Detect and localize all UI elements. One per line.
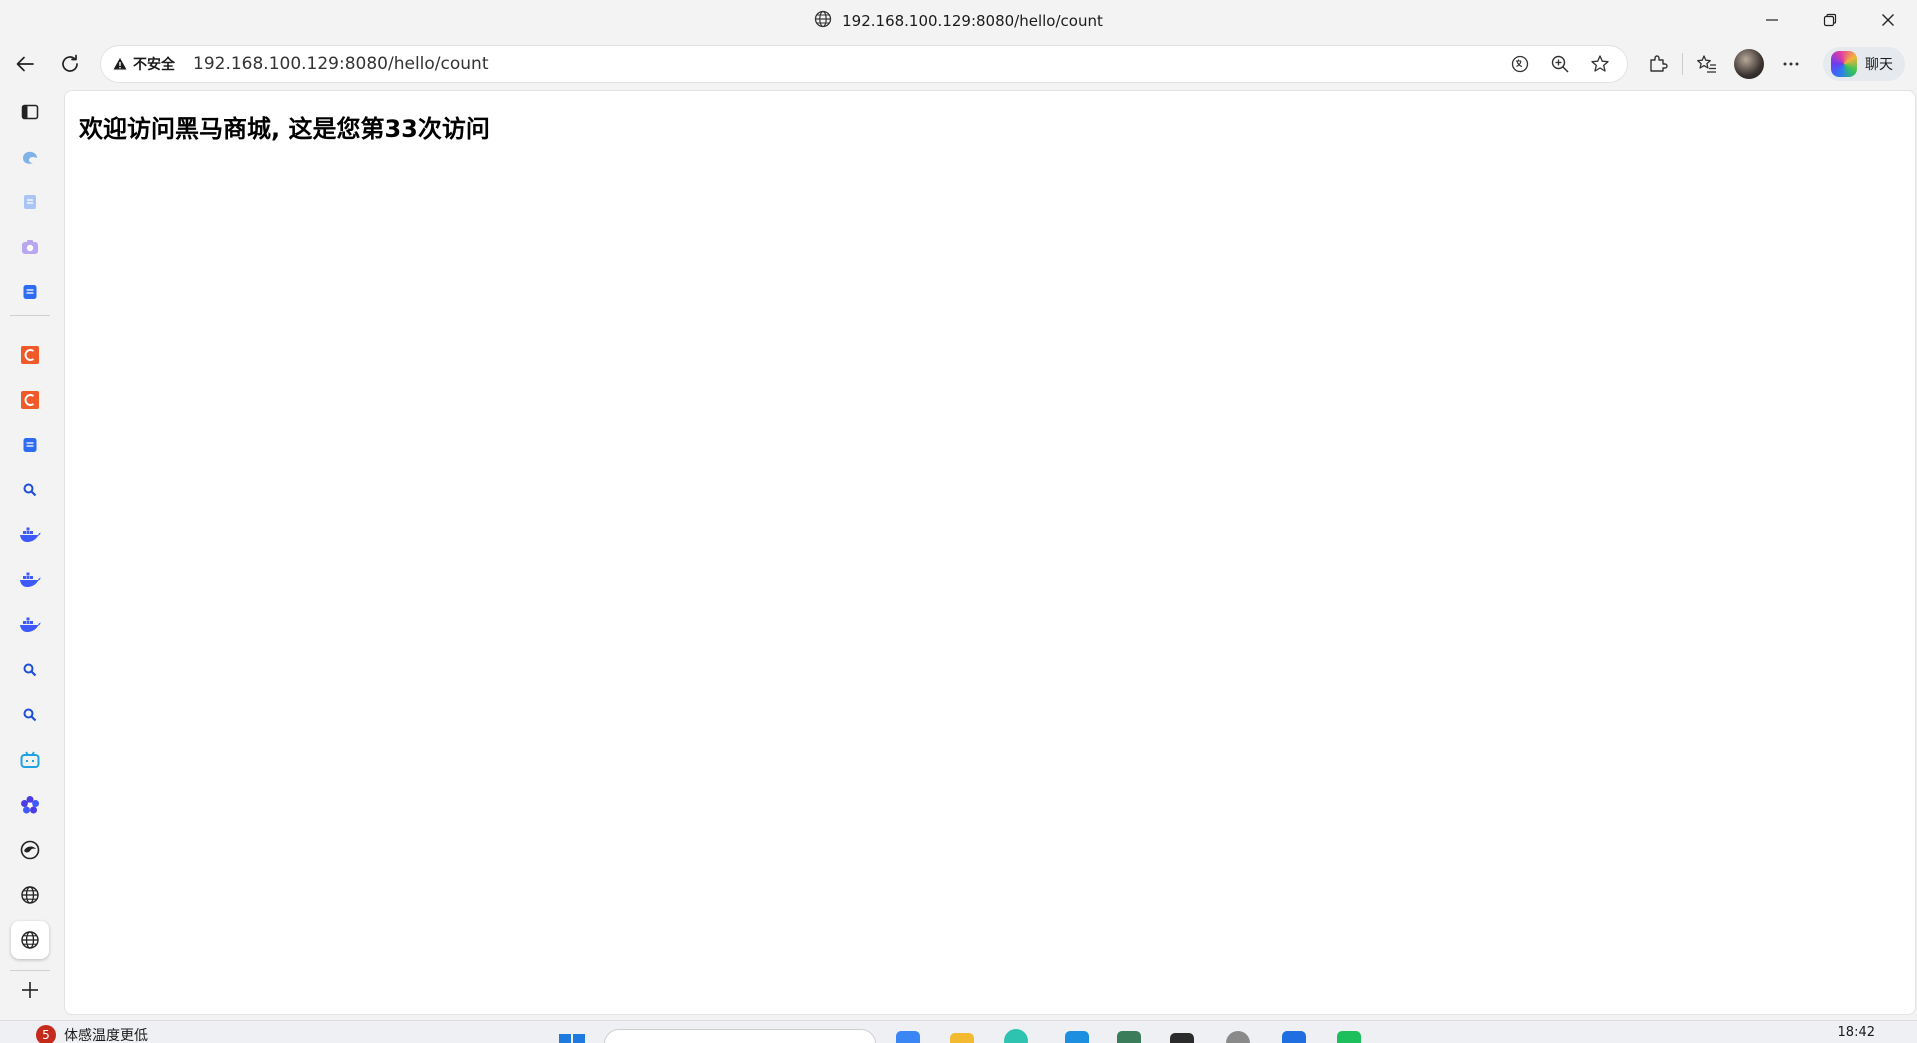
more-icon [1783, 62, 1799, 66]
taskbar-search[interactable] [604, 1029, 876, 1043]
sidebar-item-notes[interactable] [11, 273, 49, 311]
security-label: 不安全 [133, 57, 175, 73]
tab-actions-icon [21, 104, 39, 120]
security-indicator[interactable]: 不安全 [113, 54, 175, 74]
add-icon [22, 982, 38, 998]
terminal-app-icon[interactable] [1170, 1033, 1194, 1043]
sidebar-item-search-2[interactable] [11, 651, 49, 689]
toolbar-right: 聊天 [1638, 42, 1905, 86]
copilot-icon [1831, 51, 1857, 77]
page-heading: 欢迎访问黑马商城, 这是您第33次访问 [79, 115, 490, 143]
c-app-icon [21, 391, 39, 409]
edge-app-icon[interactable] [1004, 1029, 1028, 1043]
minimize-button[interactable] [1743, 0, 1801, 40]
search-icon [23, 663, 37, 677]
back-arrow-icon [16, 56, 34, 72]
screenshot-icon [22, 240, 38, 254]
store-app-icon[interactable] [1065, 1031, 1089, 1043]
messenger-app-icon[interactable] [1282, 1031, 1306, 1043]
search-icon [23, 483, 37, 497]
url-text[interactable]: 192.168.100.129:8080/hello/count [193, 54, 489, 74]
sidebar [0, 90, 62, 1020]
sidebar-item-shopping[interactable] [11, 138, 49, 176]
widgets-app-icon[interactable] [896, 1031, 920, 1043]
sidebar-item-document[interactable] [11, 183, 49, 221]
restore-button[interactable] [1801, 0, 1859, 40]
sidebar-item-search-3[interactable] [11, 696, 49, 734]
weather-widget[interactable]: 5 体感温度更低 [36, 1025, 148, 1043]
page-content: 欢迎访问黑马商城, 这是您第33次访问 [64, 90, 1916, 1015]
wechat-app-icon[interactable] [1337, 1031, 1361, 1043]
flower-app-icon [21, 796, 39, 814]
search-icon [23, 708, 37, 722]
globe-icon [814, 10, 832, 32]
warning-icon [113, 58, 127, 70]
c-app-icon [21, 346, 39, 364]
star-icon [1591, 55, 1609, 72]
title-bar: 192.168.100.129:8080/hello/count [0, 0, 1917, 42]
bilibili-icon [20, 751, 40, 768]
document-icon [24, 195, 36, 209]
favorites-button[interactable] [1687, 44, 1727, 84]
docker-icon [20, 617, 41, 632]
globe-icon [21, 931, 39, 949]
favorite-button[interactable] [1583, 47, 1617, 81]
browser-toolbar: 不安全 192.168.100.129:8080/hello/count 聊天 [0, 42, 1917, 86]
chat-label: 聊天 [1865, 57, 1893, 73]
refresh-icon [62, 54, 78, 72]
sidebar-item-tab-actions[interactable] [11, 93, 49, 131]
toolbar-divider [1682, 53, 1683, 75]
sidebar-item-circle-app[interactable] [11, 831, 49, 869]
zoom-button[interactable] [1543, 47, 1577, 81]
avatar [1734, 49, 1764, 79]
profile-button[interactable] [1729, 44, 1769, 84]
sidebar-divider [10, 315, 50, 316]
sidebar-item-docker-2[interactable] [11, 561, 49, 599]
sidebar-item-notes-2[interactable] [11, 426, 49, 464]
globe-icon [21, 886, 39, 904]
circle-app-icon [20, 840, 40, 860]
window-title: 192.168.100.129:8080/hello/count [814, 10, 1103, 32]
docker-icon [20, 527, 41, 542]
docker-icon [20, 572, 41, 587]
sidebar-add-button[interactable] [11, 971, 49, 1009]
sidebar-item-c-app-1[interactable] [11, 336, 49, 374]
puzzle-icon [1650, 55, 1668, 72]
sidebar-item-search-1[interactable] [11, 471, 49, 509]
sidebar-item-docker-3[interactable] [11, 606, 49, 644]
edge-shopping-icon [23, 151, 37, 164]
extensions-button[interactable] [1638, 44, 1678, 84]
sidebar-item-globe-1[interactable] [11, 876, 49, 914]
sidebar-item-docker-1[interactable] [11, 516, 49, 554]
start-button[interactable] [558, 1033, 586, 1043]
taskbar: 5 体感温度更低 18:42 [0, 1020, 1917, 1043]
address-bar-actions [1503, 46, 1617, 82]
sidebar-item-screenshot[interactable] [11, 228, 49, 266]
refresh-button[interactable] [50, 44, 90, 84]
sidebar-item-c-app-2[interactable] [11, 381, 49, 419]
more-button[interactable] [1771, 44, 1811, 84]
copilot-chat-button[interactable]: 聊天 [1823, 47, 1905, 81]
window-controls [1743, 0, 1917, 40]
back-button[interactable] [5, 44, 45, 84]
sidebar-item-flower-app[interactable] [11, 786, 49, 824]
file-explorer-icon[interactable] [950, 1033, 974, 1043]
sidebar-item-globe-2[interactable] [11, 921, 49, 959]
translate-icon [1511, 55, 1529, 73]
pycharm-app-icon[interactable] [1117, 1031, 1141, 1043]
zoom-in-icon [1551, 55, 1569, 73]
notes-icon [23, 438, 37, 452]
address-bar[interactable]: 不安全 192.168.100.129:8080/hello/count [100, 45, 1628, 83]
refresh-app-icon[interactable] [1226, 1031, 1250, 1043]
windows-icon [559, 1034, 585, 1043]
close-button[interactable] [1859, 0, 1917, 40]
sidebar-item-bilibili[interactable] [11, 741, 49, 779]
favorites-list-icon [1697, 55, 1716, 73]
weather-badge: 5 [36, 1025, 56, 1043]
taskbar-clock[interactable]: 18:42 [1838, 1025, 1875, 1040]
notes-icon [23, 285, 37, 299]
translate-button[interactable] [1503, 47, 1537, 81]
window-title-text: 192.168.100.129:8080/hello/count [842, 12, 1103, 30]
weather-text: 体感温度更低 [64, 1028, 148, 1043]
